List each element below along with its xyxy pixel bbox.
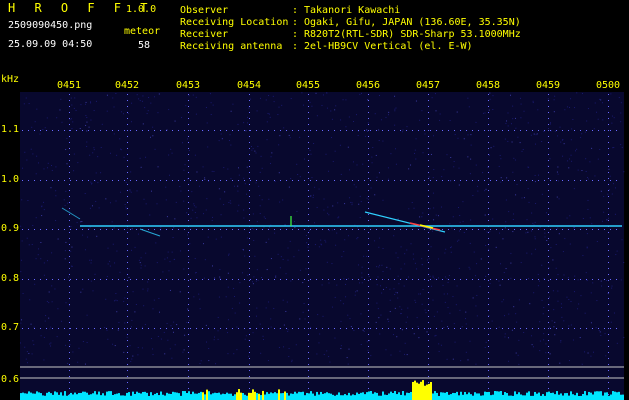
time-tick-label: 0454 bbox=[237, 80, 262, 91]
frequency-tick-label: 0.7 bbox=[1, 322, 20, 333]
frequency-tick-label: 0.9 bbox=[1, 223, 20, 234]
time-tick-label: 0458 bbox=[476, 80, 501, 91]
time-tick-label: 0500 bbox=[596, 80, 621, 91]
spectrogram-background bbox=[20, 92, 624, 400]
time-tick-label: 0453 bbox=[176, 80, 201, 91]
time-tick-label: 0451 bbox=[57, 80, 82, 91]
frequency-tick-label: 1.0 bbox=[1, 174, 20, 185]
spectrogram-waterfall bbox=[20, 92, 625, 400]
time-tick-label: 0459 bbox=[536, 80, 561, 91]
frequency-tick-label: 0.6 bbox=[1, 374, 20, 385]
frequency-tick-label: 0.8 bbox=[1, 273, 20, 284]
time-tick-label: 0455 bbox=[296, 80, 321, 91]
time-tick-label: 0457 bbox=[416, 80, 441, 91]
frequency-unit-label: kHz bbox=[1, 74, 20, 85]
time-tick-label: 0452 bbox=[115, 80, 140, 91]
frequency-tick-label: 1.1 bbox=[1, 124, 20, 135]
time-tick-label: 0456 bbox=[356, 80, 381, 91]
